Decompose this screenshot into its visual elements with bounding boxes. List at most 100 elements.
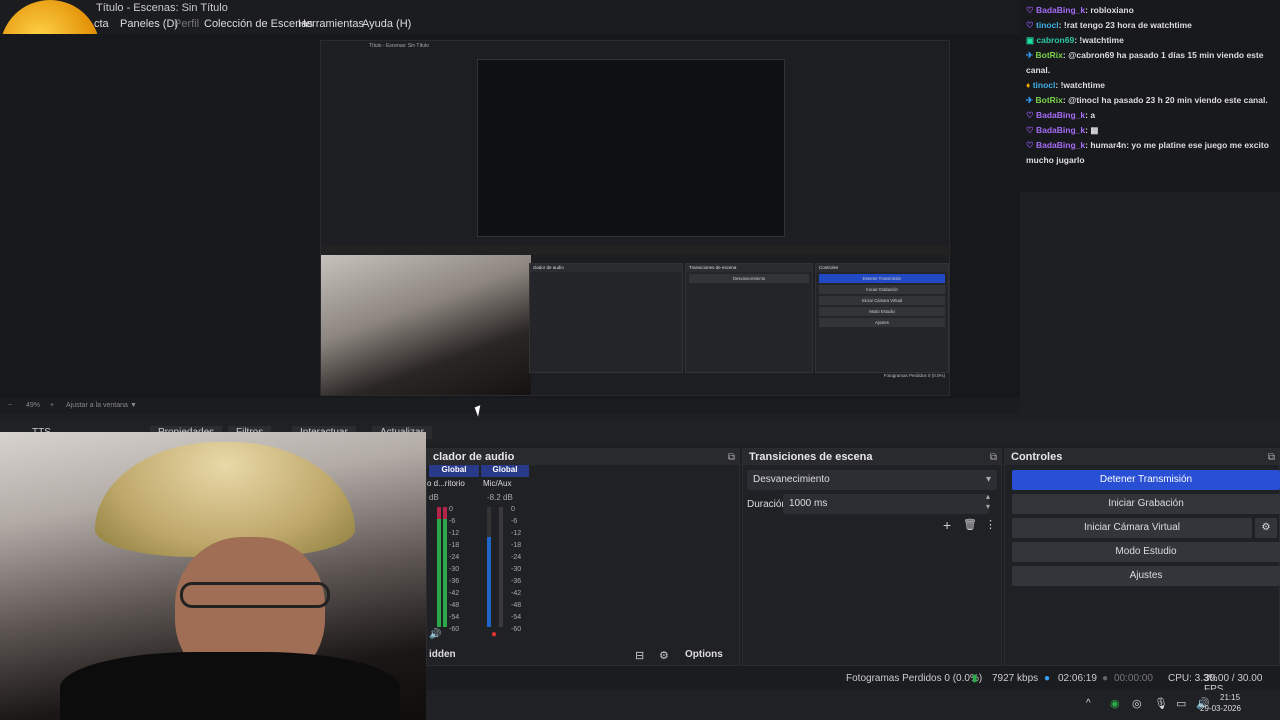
chevron-down-icon: ▾ — [985, 474, 991, 485]
steam-tray-icon[interactable]: ◎ — [1132, 697, 1142, 710]
nested-btn-studio: Modo Estudio — [819, 307, 945, 316]
window-title: Título - Escenas: Sin Título — [96, 2, 228, 14]
mic-tray-icon[interactable]: 🎙 — [1154, 697, 1168, 710]
db-scale-2: 0 -6 -12 -18 -24 -30 -36 -42 -48 -54 -60 — [511, 506, 522, 633]
zoom-out-icon[interactable]: − — [8, 402, 12, 409]
heart-icon: ♡ — [1026, 140, 1034, 150]
network-icon[interactable]: ▭ — [1176, 697, 1186, 710]
record-icon: ● — [1102, 673, 1109, 684]
webcam-overlay — [0, 432, 426, 720]
channel2-meter-right — [499, 507, 503, 627]
zoom-mode[interactable]: Ajustar a la ventana — [66, 402, 128, 409]
nested-status: Fotogramas Perdidos 0 (0.0%) — [883, 373, 945, 378]
chevron-down-icon[interactable]: ▼ — [130, 402, 137, 409]
zoom-level: 49% — [26, 402, 41, 409]
transitions-dock: Transiciones de escena ⧉ Desvanecimiento ▾… — [742, 448, 1002, 666]
nested-title: Título - Escenas: Sin Título — [369, 43, 429, 49]
chat-message: ✈ BotRix: @cabron69 ha pasado 1 días 15 … — [1026, 50, 1264, 75]
chat-message: ♡ BadaBing_k: a — [1026, 110, 1096, 120]
nested-btn-stop: Detener Transmisión — [819, 274, 945, 283]
stop-stream-button[interactable]: Detener Transmisión — [1012, 470, 1280, 490]
menu-item[interactable]: cta — [94, 18, 109, 30]
nested-webcam — [321, 255, 531, 395]
glasses — [180, 582, 330, 608]
nested-btn-settings: Ajustes — [819, 318, 945, 327]
more-icon[interactable]: ⋮ — [985, 518, 996, 531]
hidden-label: idden — [429, 649, 456, 660]
settings-button[interactable]: Ajustes — [1012, 566, 1280, 586]
mic-muted-icon[interactable]: ● — [491, 629, 497, 640]
audio-mixer-title: clador de audio — [433, 451, 515, 463]
db-scale-1: 0 -6 -12 -18 -24 -30 -36 -42 -48 -54 -60 — [449, 506, 460, 633]
bot-icon: ✈ — [1026, 50, 1034, 60]
stream-icon: ● — [1044, 673, 1051, 684]
heart-icon: ♡ — [1026, 110, 1034, 120]
zoom-in-icon[interactable]: + — [50, 402, 54, 409]
record-time: 00:00:00 — [1114, 673, 1153, 684]
zoom-bar: − 49% + Ajustar a la ventana ▼ — [0, 398, 1020, 414]
gear-icon[interactable]: ⚙ — [1255, 518, 1277, 538]
stepper-up-icon[interactable]: ▴ — [986, 492, 990, 501]
nested-mixer-title: clador de audio — [530, 264, 682, 272]
gear-icon[interactable]: ⚙ — [659, 649, 669, 662]
virtual-camera-button[interactable]: Iniciar Cámara Virtual — [1012, 518, 1252, 538]
chat-message: ♡ tinocl: !rat tengo 23 hora de watchtim… — [1026, 20, 1192, 30]
speaker-icon[interactable]: 🔊 — [429, 629, 441, 640]
menu-item-scene-collection[interactable]: Colección de Escenas — [204, 18, 313, 30]
nested-btn-vcam: Iniciar Cámara Virtual — [819, 296, 945, 305]
nested-preview: Título - Escenas: Sin Título clador de a… — [320, 40, 951, 396]
status-bar: Fotogramas Perdidos 0 (0.0%) ▮ 7927 kbps… — [426, 666, 1280, 695]
transition-select[interactable]: Desvanecimiento ▾ — [747, 470, 997, 490]
channel2-device[interactable]: Mic/Aux — [483, 479, 511, 488]
channel2-db: -8.2 dB — [487, 493, 513, 502]
nested-transitions-title: Transiciones de escena — [686, 264, 812, 272]
studio-mode-button[interactable]: Modo Estudio — [1012, 542, 1280, 562]
chat-message: ♦ tinocl: !watchtime — [1026, 80, 1105, 90]
bitrate: 7927 kbps — [992, 673, 1039, 684]
transitions-title: Transiciones de escena — [749, 451, 873, 463]
chat-overlay: ♡ BadaBing_k: robloxiano ♡ tinocl: !rat … — [1020, 0, 1280, 192]
layout-icon[interactable]: ⊟ — [635, 649, 644, 662]
star-icon: ♦ — [1026, 80, 1031, 90]
nested-screen — [477, 59, 785, 237]
nested-transition-select: Desvanecimiento — [689, 274, 809, 283]
popout-icon[interactable]: ⧉ — [990, 450, 997, 466]
chat-message: ♡ BadaBing_k: ▦ — [1026, 125, 1099, 135]
obs-tray-icon[interactable]: ◉ — [1110, 697, 1120, 710]
heart-icon: ♡ — [1026, 20, 1034, 30]
chat-message: ▣ cabron69: !watchtime — [1026, 35, 1124, 45]
options-button[interactable]: Options — [685, 649, 723, 660]
heart-icon: ♡ — [1026, 125, 1034, 135]
duration-input[interactable]: 1000 ms — [783, 494, 989, 514]
nested-toolbar — [321, 245, 951, 255]
transition-selected: Desvanecimiento — [753, 474, 830, 485]
start-recording-button[interactable]: Iniciar Grabación — [1012, 494, 1280, 514]
controls-header: Controles ⧉ — [1005, 449, 1279, 465]
bot-icon: ✈ — [1026, 95, 1034, 105]
heart-icon: ♡ — [1026, 5, 1034, 15]
clock-time[interactable]: 21:15 — [1220, 693, 1240, 702]
channel1-device[interactable]: o d...ritorio — [427, 479, 465, 488]
duration-value: 1000 ms — [789, 498, 828, 509]
menu-item-help[interactable]: Ayuda (H) — [362, 18, 411, 30]
stepper-down-icon[interactable]: ▾ — [986, 502, 990, 511]
menu-item-tools[interactable]: Herramientas — [298, 18, 364, 30]
channel2-meter — [487, 507, 491, 627]
popout-icon[interactable]: ⧉ — [728, 450, 735, 466]
dropped-frames: Fotogramas Perdidos 0 (0.0%) — [846, 673, 983, 684]
trash-icon[interactable]: 🗑 — [963, 518, 977, 531]
add-icon[interactable]: + — [943, 517, 951, 533]
menu-item-profile[interactable]: Perfil — [174, 18, 199, 30]
menu-item-panels[interactable]: Paneles (D) — [120, 18, 178, 30]
signal-icon: ▮ — [972, 673, 978, 684]
controls-title: Controles — [1011, 451, 1063, 463]
channel1-label: Global — [429, 465, 479, 477]
controls-dock: Controles ⧉ Detener Transmisión Iniciar G… — [1004, 448, 1280, 666]
nested-controls-title: Controles — [816, 264, 948, 272]
tray-chevron-icon[interactable]: ^ — [1086, 698, 1091, 709]
channel1-meter — [437, 507, 441, 627]
transitions-header: Transiciones de escena ⧉ — [743, 449, 1001, 465]
channel1-db: dB — [429, 493, 439, 502]
popout-icon[interactable]: ⧉ — [1268, 450, 1275, 466]
clock-date[interactable]: 29-03-2026 — [1200, 704, 1241, 713]
